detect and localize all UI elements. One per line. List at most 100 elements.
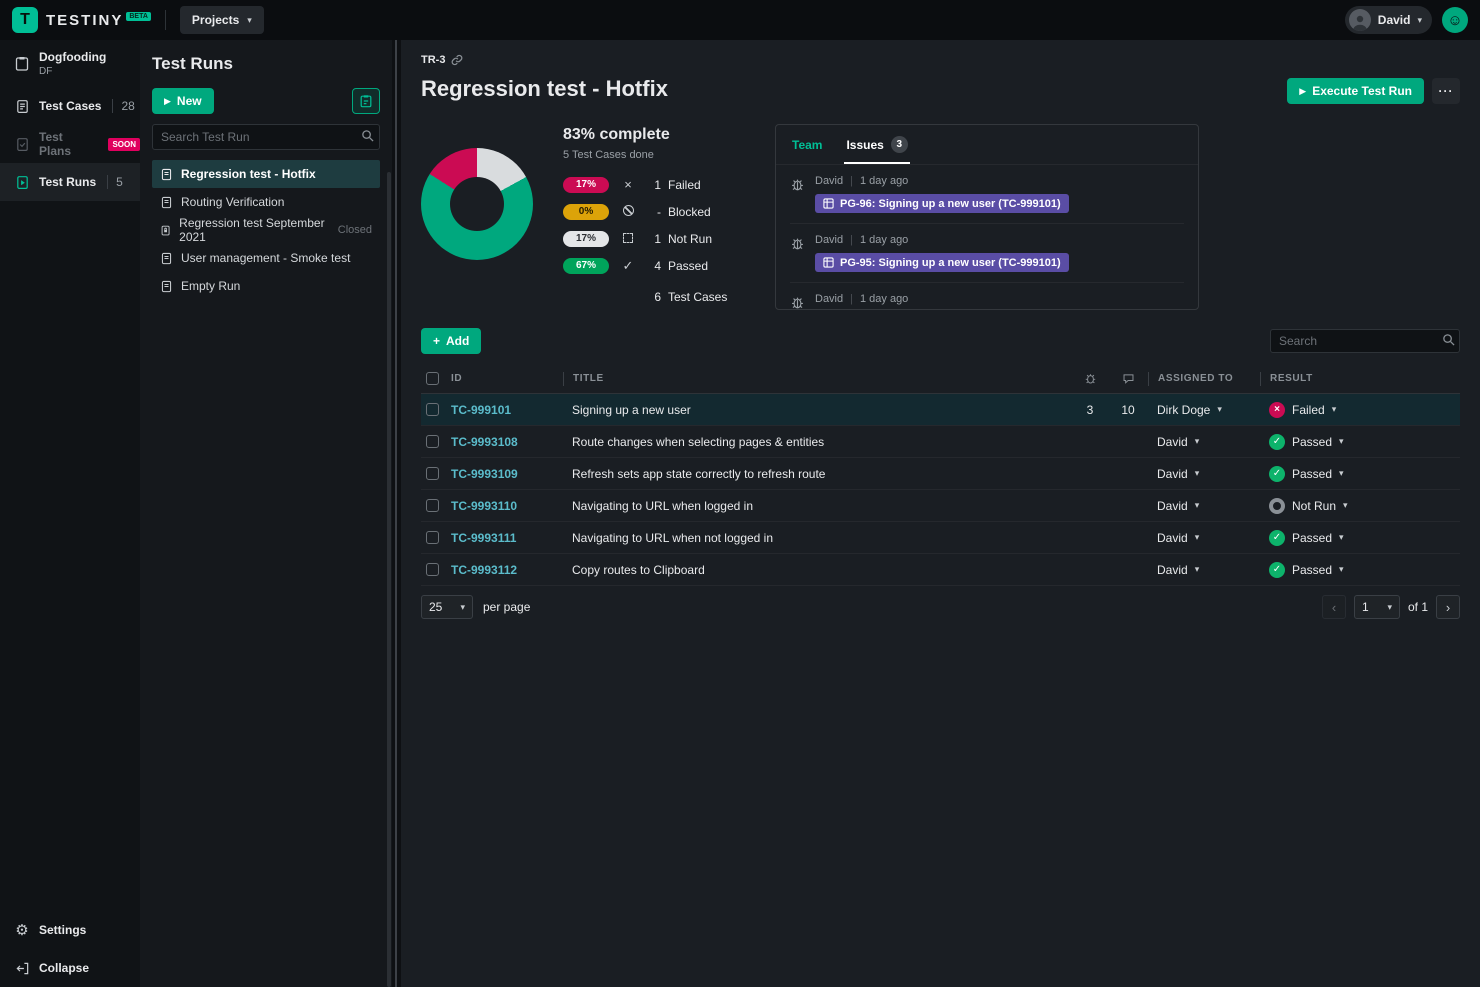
passed-icon: ✓ <box>1269 530 1285 546</box>
assigned-dropdown[interactable]: Dirk Doge▾ <box>1148 403 1260 417</box>
col-header-result: RESULT <box>1260 372 1460 386</box>
table-row[interactable]: TC-9993109 Refresh sets app state correc… <box>421 458 1460 490</box>
test-runs-count: 5 <box>107 175 123 189</box>
result-dropdown[interactable]: ✓Passed▾ <box>1260 466 1460 482</box>
project-switcher[interactable]: Dogfooding DF <box>0 40 140 87</box>
prev-page-button[interactable]: ‹ <box>1322 595 1346 619</box>
passed-icon: ✓ <box>1269 466 1285 482</box>
per-page-select[interactable]: 25 ▾ <box>421 595 473 619</box>
failed-icon: × <box>1269 402 1285 418</box>
main-content: TR-3 Regression test - Hotfix ▶ Execute … <box>401 40 1480 987</box>
panel-resize-handle[interactable] <box>392 40 401 987</box>
row-checkbox[interactable] <box>426 435 439 448</box>
page-select[interactable]: 1 ▾ <box>1354 595 1400 619</box>
row-checkbox[interactable] <box>426 563 439 576</box>
table-row[interactable]: TC-9993110 Navigating to URL when logged… <box>421 490 1460 522</box>
topbar: T TESTINYBETA Projects ▾ David ▾ ☺ <box>0 0 1480 40</box>
assigned-dropdown[interactable]: David▾ <box>1148 531 1260 545</box>
link-icon[interactable] <box>451 54 463 66</box>
result-dropdown[interactable]: ✓Passed▾ <box>1260 530 1460 546</box>
test-case-table: ID TITLE ASSIGNED TO RESULT <box>421 364 1460 586</box>
table-row[interactable]: TC-9993111 Navigating to URL when not lo… <box>421 522 1460 554</box>
row-checkbox[interactable] <box>426 499 439 512</box>
logo-icon: T <box>12 7 38 33</box>
search-test-run-input[interactable] <box>152 124 380 150</box>
issue-count: 3 <box>1072 403 1108 417</box>
run-icon <box>160 196 173 209</box>
pagination: 25 ▾ per page ‹ 1 ▾ of 1 › <box>421 586 1460 628</box>
gear-icon: ⚙ <box>14 922 30 938</box>
table-search-input[interactable] <box>1270 329 1460 353</box>
assigned-dropdown[interactable]: David▾ <box>1148 499 1260 513</box>
activity-card: Team Issues 3 David | <box>775 124 1199 310</box>
test-case-table-section: + Add ID TITLE <box>421 328 1460 628</box>
testcase-link[interactable]: TC-999101 <box>451 403 511 417</box>
panel-scrollbar[interactable] <box>387 172 391 987</box>
entry-user: David <box>815 175 843 187</box>
col-header-id: ID <box>451 372 563 386</box>
testcase-link[interactable]: TC-9993108 <box>451 435 518 449</box>
testiny-logo[interactable]: T TESTINYBETA <box>12 7 151 33</box>
search-icon <box>361 129 374 142</box>
assigned-dropdown[interactable]: David▾ <box>1148 563 1260 577</box>
sidebar-collapse-button[interactable]: Collapse <box>0 949 140 987</box>
projects-dropdown[interactable]: Projects ▾ <box>180 6 264 34</box>
testcase-title: Signing up a new user <box>563 403 1072 417</box>
progress-section: 83% complete 5 Test Cases done 17% × 1 F… <box>421 124 1460 310</box>
run-item-routing-verification[interactable]: Routing Verification <box>152 188 380 216</box>
assigned-dropdown[interactable]: David▾ <box>1148 467 1260 481</box>
prev-icon: ‹ <box>1332 600 1336 615</box>
sidebar: Dogfooding DF Test Cases 28 Test Plans S… <box>0 40 140 987</box>
chevron-down-icon: ▾ <box>1195 533 1200 542</box>
chevron-down-icon: ▾ <box>1339 469 1344 478</box>
select-all-checkbox[interactable] <box>426 372 439 385</box>
add-test-case-button[interactable]: + Add <box>421 328 481 354</box>
result-dropdown[interactable]: ✓Passed▾ <box>1260 562 1460 578</box>
issue-entries: David | 1 day ago PG-96: Signing up a ne… <box>776 165 1198 309</box>
play-icon: ▶ <box>1299 87 1306 96</box>
result-dropdown[interactable]: ✓Passed▾ <box>1260 434 1460 450</box>
progress-donut-chart <box>421 148 533 260</box>
chevron-down-icon: ▾ <box>247 16 252 25</box>
row-checkbox[interactable] <box>426 531 439 544</box>
feedback-smiley-button[interactable]: ☺ <box>1442 7 1468 33</box>
result-dropdown[interactable]: ×Failed▾ <box>1260 402 1460 418</box>
result-dropdown[interactable]: Not Run▾ <box>1260 498 1460 514</box>
table-row[interactable]: TC-9993108 Route changes when selecting … <box>421 426 1460 458</box>
more-icon: ··· <box>1439 84 1454 98</box>
new-test-run-button[interactable]: ▶ New <box>152 88 214 114</box>
more-options-button[interactable]: ··· <box>1432 78 1460 104</box>
test-cases-count: 28 <box>112 99 134 113</box>
execute-test-run-button[interactable]: ▶ Execute Test Run <box>1287 78 1424 104</box>
logo-text: TESTINYBETA <box>46 12 151 29</box>
issue-link-chip[interactable]: PG-95: Signing up a new user (TC-999101) <box>815 253 1069 272</box>
clipboard-action-button[interactable] <box>352 88 380 114</box>
sidebar-item-settings[interactable]: ⚙ Settings <box>0 911 140 949</box>
testcase-link[interactable]: TC-9993109 <box>451 467 518 481</box>
progress-headline: 83% complete <box>563 126 749 144</box>
testcase-link[interactable]: TC-9993111 <box>451 531 516 545</box>
issue-link-chip[interactable]: PG-96: Signing up a new user (TC-999101) <box>815 194 1069 213</box>
next-page-button[interactable]: › <box>1436 595 1460 619</box>
user-menu-button[interactable]: David ▾ <box>1345 6 1432 34</box>
panel-title: Test Runs <box>152 54 380 74</box>
tab-issues[interactable]: Issues 3 <box>844 125 909 164</box>
sidebar-item-test-cases[interactable]: Test Cases 28 <box>0 87 140 125</box>
chevron-down-icon: ▾ <box>1339 533 1344 542</box>
sidebar-item-test-runs[interactable]: Test Runs 5 <box>0 163 140 201</box>
assigned-dropdown[interactable]: David▾ <box>1148 435 1260 449</box>
run-item-regression-september[interactable]: Regression test September 2021 Closed <box>152 216 380 244</box>
run-item-empty-run[interactable]: Empty Run <box>152 272 380 300</box>
table-row[interactable]: TC-9993112 Copy routes to Clipboard Davi… <box>421 554 1460 586</box>
tab-team[interactable]: Team <box>790 125 824 164</box>
run-item-regression-hotfix[interactable]: Regression test - Hotfix <box>152 160 380 188</box>
failed-percent-pill: 17% <box>563 177 609 193</box>
testcase-link[interactable]: TC-9993110 <box>451 499 517 513</box>
test-plans-icon <box>14 136 30 152</box>
testcase-link[interactable]: TC-9993112 <box>451 563 517 577</box>
row-checkbox[interactable] <box>426 467 439 480</box>
bug-icon <box>790 295 805 309</box>
row-checkbox[interactable] <box>426 403 439 416</box>
table-row[interactable]: TC-999101 Signing up a new user 3 10 Dir… <box>421 394 1460 426</box>
run-item-user-management[interactable]: User management - Smoke test <box>152 244 380 272</box>
